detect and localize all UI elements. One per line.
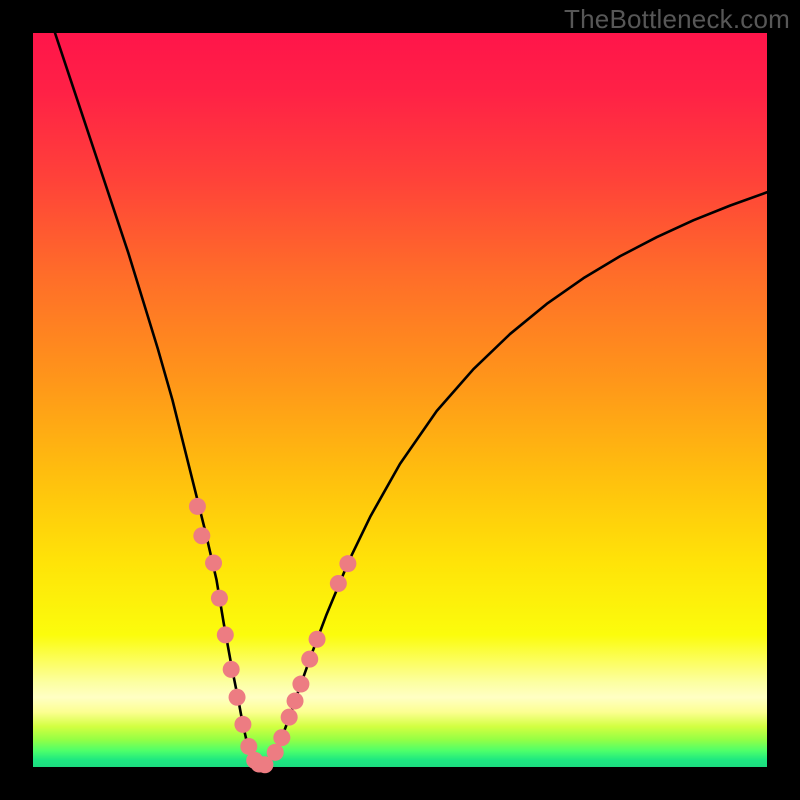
sample-dot bbox=[330, 575, 347, 592]
sample-dot bbox=[217, 626, 234, 643]
curve-layer bbox=[33, 33, 767, 767]
sample-dot bbox=[189, 498, 206, 515]
plot-area bbox=[33, 33, 767, 767]
sample-dot bbox=[211, 590, 228, 607]
sample-dot bbox=[267, 744, 284, 761]
sample-dot bbox=[205, 554, 222, 571]
sample-dot bbox=[339, 555, 356, 572]
sample-dot bbox=[273, 729, 290, 746]
sample-dot bbox=[234, 716, 251, 733]
sample-dot bbox=[229, 689, 246, 706]
watermark-text: TheBottleneck.com bbox=[564, 4, 790, 35]
sample-dot bbox=[292, 676, 309, 693]
sample-dots-group bbox=[189, 498, 356, 773]
sample-dot bbox=[193, 527, 210, 544]
sample-dot bbox=[287, 692, 304, 709]
sample-dot bbox=[309, 631, 326, 648]
sample-dot bbox=[281, 709, 298, 726]
sample-dot bbox=[301, 651, 318, 668]
sample-dot bbox=[223, 661, 240, 678]
chart-frame: TheBottleneck.com bbox=[0, 0, 800, 800]
bottleneck-curve bbox=[55, 33, 767, 766]
